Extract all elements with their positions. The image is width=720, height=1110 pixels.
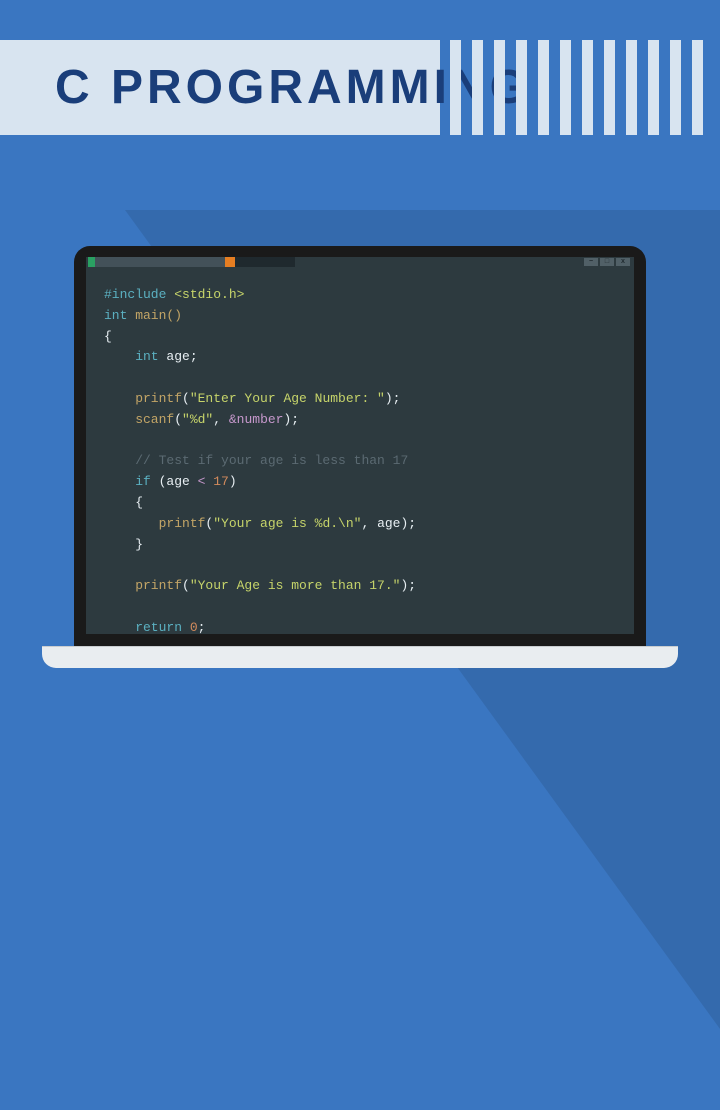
code-punct: ); [400,578,416,593]
code-punct: , [213,412,229,427]
minimize-button[interactable]: − [584,258,598,266]
code-brace: { [104,495,143,510]
code-var: age [159,349,190,364]
editor-screen: − □ x #include <stdio.h> int main() { in… [86,257,634,634]
code-kw: int [104,349,159,364]
tab-indicator-green [88,257,95,267]
code-punct: ( [182,391,190,406]
code-str: "Enter Your Age Number: " [190,391,385,406]
code-str: "Your Age is more than 17." [190,578,401,593]
title-band: C PROGRAMMING [0,40,440,135]
code-num: 17 [205,474,228,489]
code-str: "%d" [182,412,213,427]
code-fn: printf [104,578,182,593]
close-button[interactable]: x [616,258,630,266]
laptop: − □ x #include <stdio.h> int main() { in… [42,246,678,668]
tab-inactive[interactable] [235,257,295,267]
code-punct: ( [182,578,190,593]
code-punct: ( [174,412,182,427]
code-fn: main() [127,308,182,323]
maximize-button[interactable]: □ [600,258,614,266]
code-block: #include <stdio.h> int main() { int age;… [86,267,634,634]
code-kw: int [104,308,127,323]
code-punct: ; [198,620,206,634]
tab-indicator-orange [225,257,235,267]
editor-titlebar: − □ x [86,257,634,267]
code-kw: if [104,474,159,489]
code-fn: printf [104,516,205,531]
screen-bezel: − □ x #include <stdio.h> int main() { in… [74,246,646,646]
code-brace: { [104,329,112,344]
code-fn: scanf [104,412,174,427]
window-controls: − □ x [584,258,630,266]
code-punct: ) [229,474,237,489]
code-include: #include [104,287,174,302]
code-kw: return [104,620,190,634]
code-header: <stdio.h> [174,287,244,302]
code-punct: ); [385,391,401,406]
code-ref: &number [229,412,284,427]
code-num: 0 [190,620,198,634]
code-punct: , age); [361,516,416,531]
code-punct: ; [190,349,198,364]
code-punct: ); [283,412,299,427]
code-str: "Your age is %d.\n" [213,516,361,531]
code-brace: } [104,537,143,552]
decorative-stripes [440,40,720,135]
code-punct: (age [159,474,198,489]
tab-active[interactable] [95,257,225,267]
laptop-base [42,646,678,668]
code-comment: // Test if your age is less than 17 [104,453,408,468]
code-fn: printf [104,391,182,406]
